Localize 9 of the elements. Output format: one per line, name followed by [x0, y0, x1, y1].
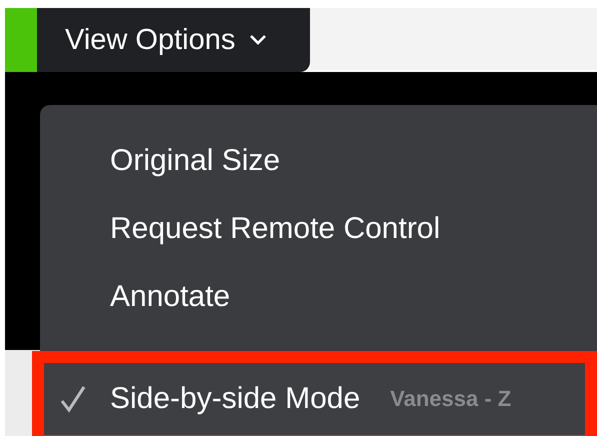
chevron-down-icon [249, 34, 268, 46]
menu-item[interactable]: Original Size [40, 127, 280, 195]
menu-item[interactable]: Request Remote Control [40, 195, 440, 263]
view-options-button[interactable]: View Options [37, 8, 310, 72]
menu-item[interactable]: Annotate [40, 263, 230, 331]
checkmark-icon [60, 385, 86, 413]
status-strip [5, 8, 37, 72]
menu-item[interactable]: Side-by-side Mode [44, 363, 360, 435]
participant-name: Vanessa - Z [390, 386, 512, 412]
